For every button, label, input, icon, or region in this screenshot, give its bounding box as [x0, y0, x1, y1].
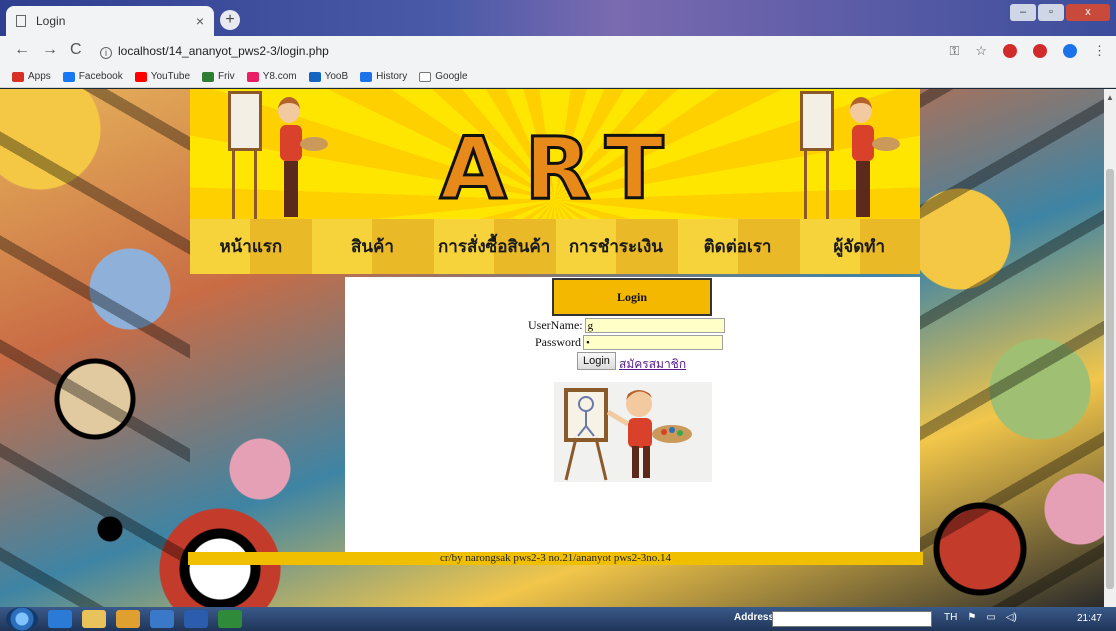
scroll-up-icon[interactable]: ▲	[1106, 93, 1114, 102]
facebook-icon	[62, 71, 75, 82]
username-label: UserName:	[528, 318, 583, 332]
login-button[interactable]: Login	[577, 352, 616, 370]
forward-icon[interactable]: →	[42, 41, 58, 59]
start-button[interactable]	[6, 607, 38, 631]
clock[interactable]: 21:47	[1077, 613, 1102, 624]
tab-close-icon[interactable]: ×	[196, 13, 204, 29]
palette-icon	[872, 137, 900, 151]
bookmarks-bar: Apps Facebook YouTube Friv Y8.com YooB H…	[0, 66, 1116, 88]
menu-item-home[interactable]: หน้าแรก	[190, 233, 312, 260]
toolbar-icons: ⚿ ☆ ⋮	[949, 43, 1106, 59]
address-label: Address	[734, 612, 775, 623]
chrome-icon[interactable]	[116, 610, 140, 628]
browser-tab[interactable]: Login ×	[6, 6, 214, 36]
back-icon[interactable]: ←	[14, 41, 30, 59]
tab-title: Login	[36, 14, 66, 28]
window-controls: – ▫ x	[1010, 4, 1110, 21]
bookmark-y8[interactable]: Y8.com	[246, 71, 297, 82]
bookmark-label: Y8.com	[262, 71, 297, 82]
site-banner: ART หน้าแรก สินค้า การสั่งซื้อสินค้า การ…	[190, 89, 920, 274]
windows-taskbar: Address TH ⚑ ▭ ◁) 21:47	[0, 607, 1116, 631]
word-icon[interactable]	[184, 610, 208, 628]
adblock-icon[interactable]	[1033, 44, 1047, 58]
bookmark-label: YouTube	[150, 71, 191, 82]
painter-image	[554, 382, 712, 482]
friv-icon	[202, 71, 215, 82]
menu-dots-icon[interactable]: ⋮	[1093, 43, 1106, 59]
bookmark-label: YooB	[324, 71, 349, 82]
username-input[interactable]	[584, 318, 725, 333]
yoob-icon	[308, 71, 321, 82]
bookmark-label: Apps	[28, 71, 51, 82]
page-scrollbar[interactable]: ▲	[1104, 89, 1116, 607]
key-icon[interactable]: ⚿	[949, 43, 959, 59]
bookmark-label: Facebook	[78, 71, 123, 82]
folder-icon[interactable]	[82, 610, 106, 628]
system-tray: TH ⚑ ▭ ◁)	[944, 612, 1017, 623]
site-logo-title: ART	[439, 118, 682, 221]
painter-illustration	[564, 388, 692, 481]
menu-item-creators[interactable]: ผู้จัดทำ	[798, 233, 920, 260]
bookmark-label: History	[376, 71, 408, 82]
scroll-thumb[interactable]	[1106, 169, 1114, 589]
register-link[interactable]: สมัครสมาชิก	[619, 355, 686, 374]
login-panel: Login UserName: Password Login สมัครสมาช…	[345, 277, 920, 552]
bookmark-friv[interactable]: Friv	[202, 71, 235, 82]
youtube-icon	[134, 71, 147, 82]
bookmark-facebook[interactable]: Facebook	[62, 71, 123, 82]
easel-icon	[228, 91, 262, 151]
bookmark-apps[interactable]: Apps	[12, 71, 51, 82]
opera-icon[interactable]	[1003, 44, 1017, 58]
ie-icon[interactable]	[48, 610, 72, 628]
page-footer: cr/by narongsak pws2-3 no.21/ananyot pws…	[188, 552, 923, 565]
reload-icon[interactable]: C	[70, 41, 82, 59]
dreamweaver-icon[interactable]	[218, 610, 242, 628]
info-icon[interactable]: i	[100, 47, 112, 59]
new-tab-button[interactable]: +	[220, 10, 240, 30]
bookmark-yoob[interactable]: YooB	[308, 71, 349, 82]
taskbar-address-input[interactable]	[772, 611, 932, 627]
y8-icon	[246, 71, 259, 82]
menu-item-products[interactable]: สินค้า	[312, 233, 434, 260]
bookmark-history[interactable]: History	[360, 71, 407, 82]
palette-icon	[300, 137, 328, 151]
history-icon	[360, 71, 373, 82]
menu-item-payment[interactable]: การชำระเงิน	[555, 233, 677, 260]
maximize-button[interactable]: ▫	[1038, 4, 1064, 21]
page-icon	[16, 15, 26, 27]
browser-toolbar: ← → C i localhost/14_ananyot_pws2-3/login…	[0, 36, 1116, 66]
main-menu: หน้าแรก สินค้า การสั่งซื้อสินค้า การชำระ…	[190, 219, 920, 274]
password-row: Password	[535, 335, 724, 350]
volume-icon[interactable]: ◁)	[1006, 612, 1017, 623]
menu-item-orders[interactable]: การสั่งซื้อสินค้า	[433, 233, 555, 260]
password-label: Password	[535, 335, 582, 349]
easel-icon	[800, 91, 834, 151]
window-close-button[interactable]: x	[1066, 4, 1110, 21]
address-bar[interactable]: i localhost/14_ananyot_pws2-3/login.php	[96, 40, 926, 62]
painter-illustration-right	[790, 91, 900, 221]
apps-icon	[12, 71, 24, 82]
flag-icon[interactable]: ⚑	[967, 612, 976, 623]
url-text: localhost/14_ananyot_pws2-3/login.php	[118, 44, 329, 58]
password-input[interactable]	[583, 335, 724, 350]
login-heading: Login	[552, 278, 712, 316]
username-row: UserName:	[528, 318, 725, 333]
media-icon[interactable]	[150, 610, 174, 628]
minimize-button[interactable]: –	[1010, 4, 1036, 21]
page-viewport: ART หน้าแรก สินค้า การสั่งซื้อสินค้า การ…	[0, 89, 1104, 607]
language-indicator[interactable]: TH	[944, 612, 957, 623]
bookmark-youtube[interactable]: YouTube	[134, 71, 191, 82]
painter-illustration-left	[218, 91, 328, 221]
bookmark-google[interactable]: Google	[419, 71, 468, 82]
profile-icon[interactable]	[1063, 44, 1077, 58]
bookmark-label: Friv	[218, 71, 235, 82]
bookmark-label: Google	[435, 71, 468, 82]
menu-item-contact[interactable]: ติดต่อเรา	[677, 233, 799, 260]
network-icon[interactable]: ▭	[986, 612, 995, 623]
browser-tabstrip: Login × + – ▫ x	[0, 0, 1116, 36]
page-icon	[419, 71, 432, 82]
star-icon[interactable]: ☆	[975, 43, 987, 59]
